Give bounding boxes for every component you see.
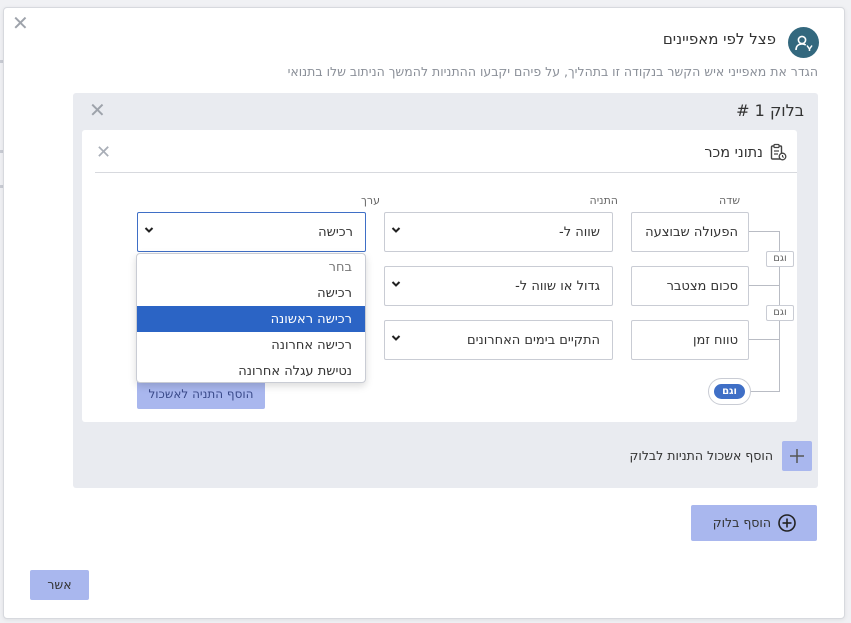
condition-select-row2[interactable]: גדול או שווה ל-	[384, 266, 613, 306]
dropdown-option[interactable]: בחר	[137, 254, 365, 280]
condition-select-value: התקיים בימים האחרונים	[466, 333, 600, 348]
and-badge: וגם	[766, 305, 794, 321]
chevron-down-icon	[391, 281, 401, 287]
chevron-down-icon	[391, 227, 401, 233]
add-group-button[interactable]	[782, 441, 812, 471]
value-select-row1[interactable]: רכישה	[137, 212, 366, 252]
connector-line	[749, 339, 780, 340]
chevron-down-icon	[391, 335, 401, 341]
field-box-action[interactable]: הפעולה שבוצעה	[631, 212, 749, 252]
field-box-cumulative-amount[interactable]: סכום מצטבר	[631, 266, 749, 306]
split-by-attributes-modal: ✕ פצל לפי מאפיינים הגדר את מאפייני איש ה…	[3, 7, 845, 619]
connector-line	[749, 391, 780, 392]
block-close-icon[interactable]: ✕	[89, 100, 106, 120]
dropdown-option[interactable]: רכישה אחרונה	[137, 332, 365, 358]
and-toggle-pill: וגם	[714, 384, 745, 399]
clipboard-icon	[769, 143, 787, 165]
plus-circle-icon	[778, 514, 796, 532]
condition-select-value: שווה ל-	[559, 225, 600, 240]
value-select-value: רכישה	[318, 225, 353, 240]
confirm-button[interactable]: אשר	[30, 570, 89, 600]
group-title: נתוני מכר	[704, 145, 763, 161]
modal-subtitle: הגדר את מאפייני איש הקשר בנקודה זו בתהלי…	[287, 64, 818, 79]
modal-close-icon[interactable]: ✕	[12, 13, 29, 33]
and-toggle[interactable]: וגם	[708, 378, 751, 405]
connector-line	[749, 285, 780, 286]
connector-line	[749, 231, 780, 232]
and-badge: וגם	[766, 251, 794, 267]
column-label-field: שדה	[719, 194, 740, 207]
column-label-condition: התניה	[589, 194, 618, 207]
plus-icon	[790, 449, 804, 463]
dropdown-option-selected[interactable]: רכישה ראשונה	[137, 306, 365, 332]
column-label-value: ערך	[360, 194, 380, 207]
chevron-down-icon	[144, 227, 154, 233]
field-box-time-range[interactable]: טווח זמן	[631, 320, 749, 360]
add-block-label: הוסף בלוק	[712, 515, 771, 530]
group-divider	[95, 172, 797, 173]
add-group-label[interactable]: הוסף אשכול התניות לבלוק	[630, 448, 773, 463]
group-close-icon[interactable]: ✕	[96, 143, 111, 163]
dropdown-option[interactable]: נטישת עגלה אחרונה	[137, 358, 365, 382]
user-split-icon	[788, 27, 819, 58]
value-dropdown-list: בחר רכישה רכישה ראשונה רכישה אחרונה נטיש…	[136, 253, 366, 383]
condition-select-row1[interactable]: שווה ל-	[384, 212, 613, 252]
modal-title: פצל לפי מאפיינים	[662, 30, 776, 48]
dropdown-option[interactable]: רכישה	[137, 280, 365, 306]
condition-select-row3[interactable]: התקיים בימים האחרונים	[384, 320, 613, 360]
add-block-button[interactable]: הוסף בלוק	[691, 505, 817, 541]
block-title: בלוק 1 #	[736, 101, 804, 120]
condition-select-value: גדול או שווה ל-	[515, 279, 600, 294]
